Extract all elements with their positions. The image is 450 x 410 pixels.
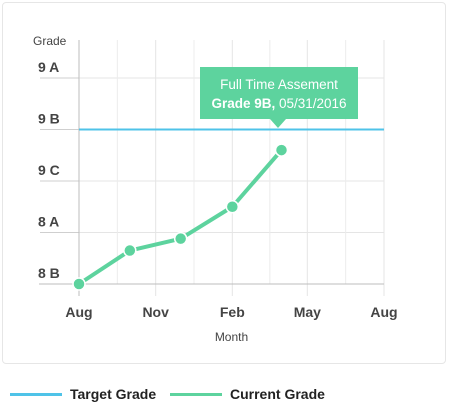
tooltip-detail: Grade 9B, 05/31/2016 xyxy=(200,94,358,113)
x-tick-label: Aug xyxy=(370,304,397,320)
current-grade-point xyxy=(225,200,240,214)
legend-label-current: Current Grade xyxy=(230,386,325,402)
legend-swatch-current xyxy=(170,392,222,396)
legend-swatch-target xyxy=(10,392,62,396)
current-grade-line xyxy=(77,148,284,286)
y-tick-label: 9 C xyxy=(38,162,60,178)
tooltip-title: Full Time Assement xyxy=(220,77,338,92)
tooltip-grade: Grade 9B, xyxy=(211,96,276,111)
x-tick-label: Feb xyxy=(220,304,245,320)
x-tick-label: Nov xyxy=(142,304,169,320)
tooltip-date: 05/31/2016 xyxy=(275,96,347,111)
y-tick-label: 9 A xyxy=(38,59,59,75)
current-grade-point xyxy=(72,277,86,291)
line-chart: 8 B 8 A 9 C 9 B 9 A Aug Nov Feb May Aug Grade Month xyxy=(33,34,398,344)
current-grade-point xyxy=(123,243,137,258)
legend-label-target: Target Grade xyxy=(70,386,157,402)
current-grade-point xyxy=(274,143,289,157)
y-tick-label: 8 B xyxy=(38,265,60,281)
legend-item-target-grade[interactable]: Target Grade xyxy=(10,386,156,402)
x-tick-label: May xyxy=(294,304,321,320)
y-tick-label: 8 A xyxy=(38,214,59,230)
x-tick-label: Aug xyxy=(65,304,92,320)
y-tick-label: 9 B xyxy=(38,111,60,127)
chart-legend: Target Grade Current Grade xyxy=(0,386,450,410)
x-axis-title: Month xyxy=(215,330,248,344)
current-grade-point xyxy=(173,231,188,246)
chart-tooltip: Full Time Assement Grade 9B, 05/31/2016 xyxy=(200,67,358,128)
legend-item-current-grade[interactable]: Current Grade xyxy=(170,386,325,402)
y-axis-title: Grade xyxy=(33,34,67,48)
